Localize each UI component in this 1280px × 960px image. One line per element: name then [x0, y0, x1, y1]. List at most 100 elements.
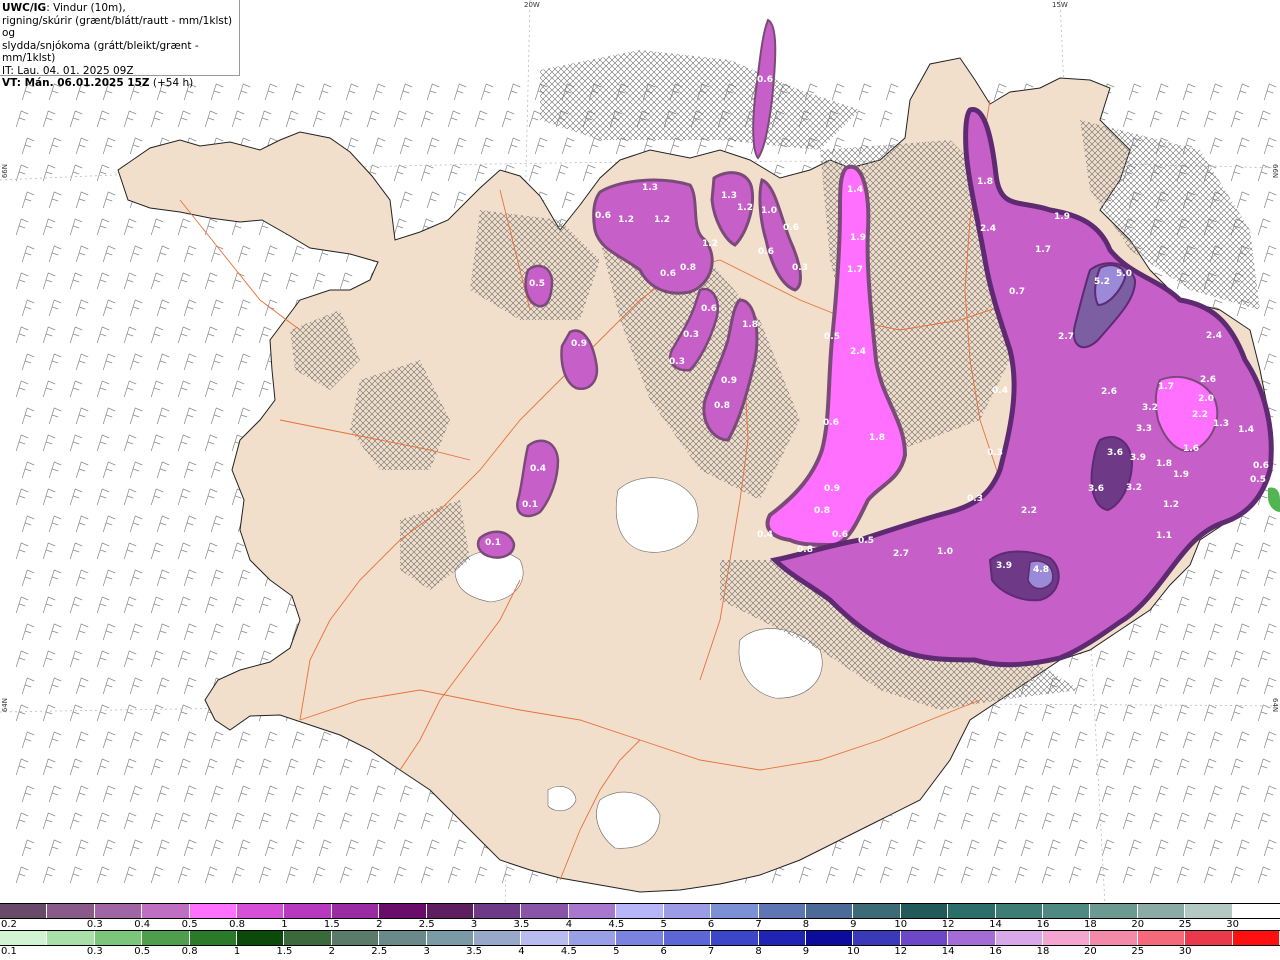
precip-label: 1.7 — [1035, 245, 1051, 255]
precip-label: 0.5 — [1250, 475, 1266, 485]
scale-swatch — [331, 931, 380, 945]
precip-label: 0.3 — [669, 357, 685, 367]
precip-label: 0.6 — [832, 530, 848, 540]
scale-label: 5 — [660, 919, 667, 930]
scale-swatch — [1090, 931, 1138, 945]
precip-label: 0.6 — [757, 75, 773, 85]
scale-label: 16 — [1036, 919, 1050, 930]
scale-swatch — [1090, 904, 1138, 918]
scale-swatch — [94, 904, 143, 918]
scale-label: 0.3 — [86, 946, 103, 957]
precip-label: 0.3 — [987, 448, 1003, 458]
scale-label: 1.5 — [276, 946, 293, 957]
scale-swatch — [331, 904, 380, 918]
scale-swatch — [189, 904, 238, 918]
precip-label: 1.3 — [1213, 419, 1229, 429]
coord-right-66n: 66N — [1271, 164, 1279, 179]
precip-label: 0.5 — [858, 536, 874, 546]
scale-label: 2.5 — [371, 946, 388, 957]
precip-label: 1.1 — [1156, 531, 1172, 541]
precip-label: 0.8 — [680, 263, 696, 273]
precip-label: 3.9 — [996, 561, 1012, 571]
scale-label: 12 — [894, 946, 908, 957]
scale-label: 9 — [850, 919, 857, 930]
scale-label: 20 — [1131, 919, 1145, 930]
scale-swatch — [995, 931, 1043, 945]
scale-swatch — [1042, 904, 1091, 918]
precip-label: 1.8 — [1156, 459, 1172, 469]
header-valid-time: VT: Mán. 06.01.2025 15Z — [2, 77, 150, 89]
coord-top-20w: 20W — [524, 1, 540, 9]
precip-label: 1.4 — [847, 185, 863, 195]
scale-label: 18 — [1036, 946, 1050, 957]
scale-swatch — [284, 904, 332, 918]
scale-swatch — [284, 931, 332, 945]
scale-swatch — [995, 904, 1043, 918]
scale-label: 8 — [755, 946, 762, 957]
precip-label: 0.8 — [797, 545, 813, 555]
precip-label: 0.4 — [757, 530, 773, 540]
scale-label: 4 — [518, 946, 525, 957]
scale-label: 6 — [707, 919, 715, 930]
precip-label: 2.2 — [1021, 506, 1037, 516]
scale-label: 14 — [989, 919, 1002, 930]
precip-label: 2.2 — [1192, 410, 1208, 420]
precip-label: 2.6 — [1200, 375, 1216, 385]
scale-swatch — [805, 931, 854, 945]
scale-label: 0.8 — [229, 919, 245, 930]
scale-swatch — [189, 931, 238, 945]
scale-label: 0.2 — [1, 919, 17, 930]
precip-label: 5.2 — [1094, 277, 1110, 287]
precip-label: 2.0 — [1198, 394, 1214, 404]
header-lead-time: (+54 h) — [149, 77, 194, 89]
scale-label: 1 — [281, 919, 288, 930]
precip-label: 1.0 — [761, 206, 777, 216]
coord-left-64n: 64N — [1, 698, 9, 713]
precip-label: 1.2 — [1163, 500, 1179, 510]
precip-label: 0.6 — [701, 304, 717, 314]
scale-swatch — [711, 904, 759, 918]
scale-swatch — [853, 931, 901, 945]
precip-label: 1.2 — [618, 215, 634, 225]
scale-swatch — [758, 931, 806, 945]
scale-label: 0.1 — [1, 946, 17, 957]
precip-label: 1.9 — [850, 233, 866, 243]
scale-swatch — [900, 931, 949, 945]
scale-swatch — [0, 904, 48, 918]
precip-label: 0.3 — [683, 330, 699, 340]
precip-label: 1.4 — [1238, 425, 1254, 435]
precip-label: 1.2 — [702, 239, 718, 249]
scale-swatch — [142, 904, 190, 918]
scale-label: 1 — [233, 946, 241, 957]
precip-label: 4.8 — [1033, 565, 1049, 575]
precip-label: 1.3 — [642, 183, 658, 193]
scale-label: 25 — [1178, 919, 1192, 930]
scale-swatch — [663, 904, 712, 918]
scale-swatch — [1232, 904, 1280, 918]
scale-swatch — [758, 904, 806, 918]
scale-swatch — [853, 904, 901, 918]
scale-label: 1.5 — [323, 919, 340, 930]
precip-label: 0.4 — [530, 464, 546, 474]
scale-swatch — [0, 931, 48, 945]
precip-label: 2.7 — [893, 549, 909, 559]
precip-label: 2.6 — [1101, 387, 1117, 397]
precip-label: 2.4 — [850, 347, 866, 357]
scale-label: 4 — [565, 919, 573, 930]
scale-label: 4.5 — [608, 919, 625, 930]
scale-label: 2.5 — [418, 919, 435, 930]
scale-swatch — [900, 904, 949, 918]
scale-label: 30 — [1226, 919, 1239, 930]
precip-label: 1.6 — [1183, 444, 1199, 454]
scale-swatch — [94, 931, 143, 945]
precip-label: 0.6 — [1253, 461, 1269, 471]
scale-label: 14 — [941, 946, 955, 957]
coord-right-64n: 64N — [1271, 698, 1279, 713]
header-rain-desc: rigning/skúrir (grænt/blátt/rautt - mm/1… — [2, 14, 233, 40]
rain-color-scale: 0.1 0.3 0.5 0.8 1 1.5 2 2.5 3 3.5 4 4.5 5 6 7 8 9 10 12 14 1… — [0, 930, 1280, 958]
scale-label: 0.5 — [181, 919, 198, 930]
precip-label: 2.4 — [1206, 331, 1222, 341]
precip-label: 0.4 — [992, 386, 1008, 396]
precip-label: 0.9 — [721, 376, 737, 386]
precip-label: 1.9 — [1054, 212, 1070, 222]
